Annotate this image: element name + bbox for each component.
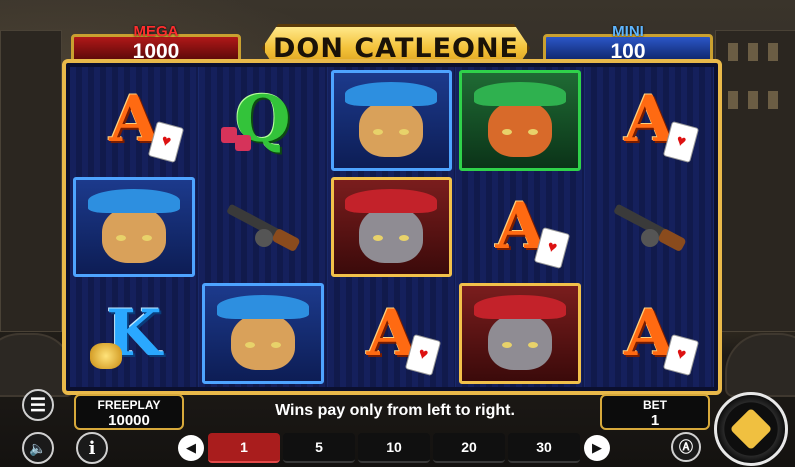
fedora-hat (216, 295, 309, 320)
background-building-left (0, 30, 62, 332)
freeplay-label: FREEPLAY (97, 398, 161, 412)
bet-label: BET (643, 398, 667, 412)
cat-face (488, 313, 553, 370)
cat-face (101, 207, 166, 264)
hamburger-menu-icon: ☰ (29, 394, 47, 415)
info-icon: i (88, 437, 96, 459)
bet-option[interactable]: 1 (208, 433, 280, 463)
symbol-blue-hat-cat (198, 280, 328, 387)
bet-selector: ◀ 1 5 10 20 30 ▶ (178, 432, 630, 464)
spin-icon (729, 407, 773, 451)
symbol-green-hat-cat (456, 67, 586, 174)
symbol-red-hat-cat (327, 173, 457, 281)
background-building-right (715, 30, 795, 332)
sound-button[interactable]: 🔈 (22, 432, 54, 464)
win-rule-message: Wins pay only from left to right. (275, 402, 515, 419)
tommy-gun-icon (255, 229, 274, 248)
menu-button[interactable]: ☰ (22, 389, 54, 421)
mini-jackpot-label: MINI (612, 23, 644, 40)
reel-cell: A ♥ (585, 280, 714, 387)
bet-option[interactable]: 30 (508, 433, 580, 463)
reel-cell: A ♥ (327, 280, 457, 387)
bet-options: 1 5 10 20 30 (208, 433, 580, 463)
bet-box: BET 1 (600, 394, 710, 430)
reel-cell: A ♥ (585, 67, 714, 174)
symbol-tommy-gun (198, 173, 328, 281)
info-button[interactable]: i (76, 432, 108, 464)
cat-face (359, 207, 424, 264)
cat-face (230, 313, 295, 370)
mega-jackpot-label: MEGA (133, 23, 179, 40)
spin-button[interactable] (714, 392, 788, 466)
bet-option[interactable]: 10 (358, 433, 430, 463)
tommy-gun-icon (641, 229, 660, 248)
gold-coins-icon (90, 342, 122, 369)
symbol-blue-hat-cat (327, 67, 457, 174)
symbol-red-hat-cat (456, 280, 586, 387)
autoplay-icon: Ⓐ (679, 439, 693, 455)
autoplay-button[interactable]: Ⓐ (671, 432, 701, 462)
arrow-right-icon: ▶ (592, 440, 602, 455)
fedora-hat (345, 81, 438, 106)
arrow-left-icon: ◀ (186, 440, 196, 455)
fedora-hat (474, 295, 567, 320)
reel-cell: A ♥ (70, 67, 199, 174)
bet-value: 1 (650, 412, 660, 429)
reel-cell: A ♥ (456, 173, 586, 281)
reel-cell: K (70, 280, 199, 387)
bet-option[interactable]: 20 (433, 433, 505, 463)
reel-cell: Q (198, 67, 328, 174)
symbol-tommy-gun (585, 173, 714, 281)
freeplay-box: FREEPLAY 10000 (74, 394, 184, 430)
bet-prev-button[interactable]: ◀ (178, 435, 204, 461)
symbol-blue-hat-cat (70, 173, 199, 281)
dice-icon (234, 135, 251, 151)
bet-option[interactable]: 5 (283, 433, 355, 463)
bet-next-button[interactable]: ▶ (584, 435, 610, 461)
cat-face (488, 100, 553, 157)
freeplay-value: 10000 (108, 412, 150, 429)
fedora-hat (87, 188, 180, 213)
fedora-hat (345, 188, 438, 213)
background-car-right (725, 333, 795, 397)
cat-face (359, 100, 424, 157)
tommy-gun-icon (657, 228, 688, 253)
reel-grid: A ♥ Q A ♥ A ♥ K A ♥ A ♥ (70, 67, 714, 387)
fedora-hat (474, 81, 567, 106)
reel-frame: A ♥ Q A ♥ A ♥ K A ♥ A ♥ (62, 59, 722, 395)
speaker-icon: 🔈 (29, 439, 47, 456)
tommy-gun-icon (271, 228, 301, 253)
